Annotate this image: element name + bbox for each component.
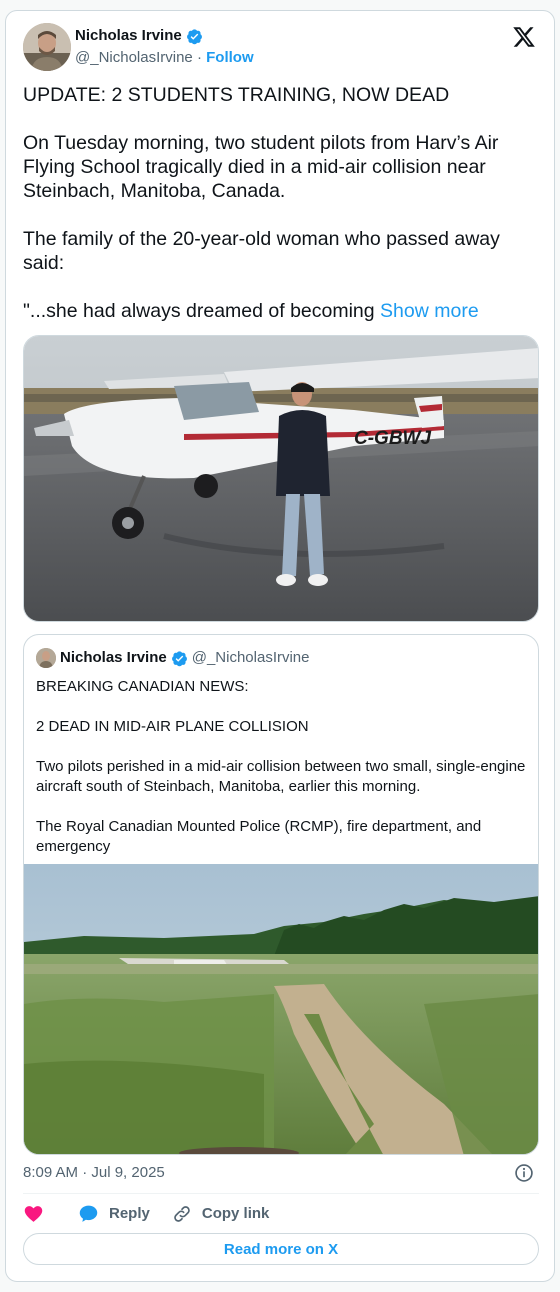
tweet-body: UPDATE: 2 STUDENTS TRAINING, NOW DEAD On… (23, 84, 500, 322)
verified-badge-icon (171, 650, 187, 666)
quote-author-avatar (36, 648, 56, 668)
link-icon (174, 1205, 190, 1222)
author-block: Nicholas Irvine @_NicholasIrvine · Follo… (75, 26, 254, 68)
reply-bubble-icon (79, 1205, 98, 1222)
verified-badge-icon (186, 28, 202, 44)
quote-author-name: Nicholas Irvine (60, 649, 167, 666)
x-logo-icon[interactable] (512, 25, 536, 49)
follow-button[interactable]: Follow (206, 49, 254, 66)
info-icon[interactable] (514, 1163, 534, 1183)
tweet-photo-plane[interactable]: C-GBWJ (23, 335, 539, 622)
show-more-link[interactable]: Show more (380, 300, 479, 322)
author-avatar[interactable] (23, 23, 71, 71)
plane-photo: C-GBWJ (24, 336, 538, 621)
handle-line: @_NicholasIrvine · Follow (75, 48, 254, 68)
author-handle[interactable]: @_NicholasIrvine (75, 49, 193, 66)
reply-button[interactable]: Reply (78, 1203, 150, 1224)
tweet-timestamp[interactable]: 8:09 AM · Jul 9, 2025 (23, 1163, 165, 1183)
copy-link-button[interactable]: Copy link (172, 1204, 270, 1224)
read-more-button[interactable]: Read more on X (23, 1233, 539, 1265)
separator-dot: · (196, 49, 202, 66)
footer-divider (23, 1193, 539, 1194)
action-bar: Reply Copy link (23, 1203, 269, 1224)
copy-link-label: Copy link (201, 1205, 270, 1222)
reply-label: Reply (109, 1205, 150, 1222)
field-photo (24, 864, 538, 1154)
tweet-embed-card: Nicholas Irvine @_NicholasIrvine · Follo… (5, 10, 555, 1282)
quote-header: Nicholas Irvine @_NicholasIrvine (36, 648, 310, 668)
quoted-tweet[interactable]: Nicholas Irvine @_NicholasIrvine BREAKIN… (23, 634, 539, 1155)
quote-author-handle: @_NicholasIrvine (191, 649, 310, 666)
like-button[interactable] (23, 1203, 44, 1224)
tweet-text: UPDATE: 2 STUDENTS TRAINING, NOW DEAD On… (23, 83, 533, 323)
author-name[interactable]: Nicholas Irvine (75, 26, 182, 46)
author-name-row[interactable]: Nicholas Irvine (75, 26, 203, 46)
heart-icon (24, 1206, 43, 1222)
quote-photo-field[interactable] (24, 864, 538, 1154)
aircraft-registration: C-GBWJ (354, 428, 431, 449)
quote-text: BREAKING CANADIAN NEWS: 2 DEAD IN MID-AI… (36, 678, 526, 855)
